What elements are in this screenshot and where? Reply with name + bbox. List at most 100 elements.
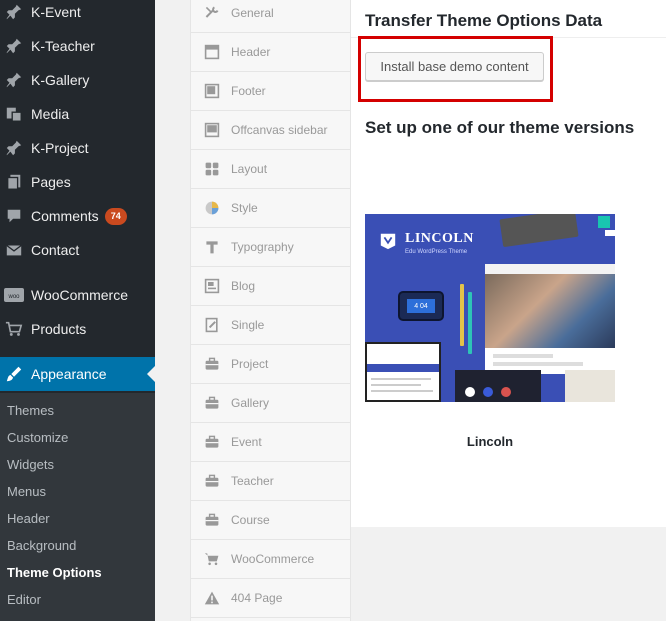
menu-item-k-teacher[interactable]: K-Teacher [0, 29, 155, 63]
menu-item-k-project[interactable]: K-Project [0, 131, 155, 165]
tab-404-page[interactable]: 404 Page [191, 579, 350, 618]
pin-icon [4, 2, 24, 22]
tab-typography[interactable]: Typography [191, 228, 350, 267]
tab-course[interactable]: Course [191, 501, 350, 540]
menu-item-woocommerce[interactable]: woo WooCommerce [0, 278, 155, 312]
tab-gallery[interactable]: Gallery [191, 384, 350, 423]
menu-item-comments[interactable]: Comments 74 [0, 199, 155, 233]
tab-general[interactable]: General [191, 0, 350, 33]
tab-style[interactable]: Style [191, 189, 350, 228]
menu-item-contact[interactable]: Contact [0, 233, 155, 267]
pin-icon [4, 36, 24, 56]
preview-decor [598, 216, 610, 228]
tab-project[interactable]: Project [191, 345, 350, 384]
preview-pencil [460, 284, 464, 346]
menu-item-appearance[interactable]: Appearance [0, 357, 155, 391]
menu-item-label: Products [31, 321, 87, 337]
menu-item-label: Contact [31, 242, 80, 258]
menu-item-pages[interactable]: Pages [0, 165, 155, 199]
tab-teacher[interactable]: Teacher [191, 462, 350, 501]
tab-label: Layout [231, 162, 268, 176]
cart-icon [203, 550, 221, 568]
tab-blog[interactable]: Blog [191, 267, 350, 306]
menu-item-products[interactable]: Products [0, 312, 155, 346]
svg-text:woo: woo [7, 294, 20, 300]
tab-label: Single [231, 318, 265, 332]
wrench-icon [203, 4, 221, 22]
woocommerce-icon: woo [4, 285, 24, 305]
transfer-section-title: Transfer Theme Options Data [365, 11, 603, 30]
tab-offcanvas-sidebar[interactable]: Offcanvas sidebar [191, 111, 350, 150]
theme-preview-image[interactable]: LINCOLN Edu WordPress Theme 4 04 [365, 214, 615, 402]
tab-event[interactable]: Event [191, 423, 350, 462]
tab-label: Event [231, 435, 262, 449]
submenu-item-editor[interactable]: Editor [7, 592, 41, 607]
menu-item-label: K-Gallery [31, 72, 90, 88]
submenu-item-widgets[interactable]: Widgets [7, 457, 54, 472]
menu-item-label: Media [31, 106, 70, 122]
tab-label: Offcanvas sidebar [231, 123, 328, 137]
theme-options-panel: Transfer Theme Options Data Install base… [351, 0, 666, 527]
tab-layout[interactable]: Layout [191, 150, 350, 189]
tab-single[interactable]: Single [191, 306, 350, 345]
preview-brand: LINCOLN [405, 231, 474, 246]
menu-item-label: WooCommerce [31, 287, 128, 303]
preview-tablet-line [371, 378, 431, 380]
preview-site-header [485, 264, 615, 274]
submenu-item-theme-options[interactable]: Theme Options [7, 565, 102, 580]
menu-item-label: Appearance [31, 366, 107, 382]
tab-label: Footer [231, 84, 266, 98]
text-icon [203, 238, 221, 256]
cart-icon [4, 319, 24, 339]
tab-label: WooCommerce [231, 552, 315, 566]
tab-woocommerce[interactable]: WooCommerce [191, 540, 350, 579]
briefcase-icon [203, 511, 221, 529]
comments-icon [4, 206, 24, 226]
briefcase-icon [203, 433, 221, 451]
briefcase-icon [203, 394, 221, 412]
preview-dot [501, 387, 511, 397]
brush-icon [4, 364, 24, 384]
preview-phone-text: 4 04 [407, 299, 435, 313]
preview-dot [483, 387, 493, 397]
submenu-item-menus[interactable]: Menus [7, 484, 46, 499]
preview-site-hero [485, 274, 615, 348]
submenu-item-themes[interactable]: Themes [7, 403, 54, 418]
submenu-item-header[interactable]: Header [7, 511, 50, 526]
pages-icon [4, 172, 24, 192]
preview-dot [465, 387, 475, 397]
install-demo-content-button[interactable]: Install base demo content [365, 52, 544, 81]
menu-item-media[interactable]: Media [0, 97, 155, 131]
theme-options-tabs: General Header Footer Offcanvas sidebar … [190, 0, 351, 621]
menu-item-label: K-Teacher [31, 38, 95, 54]
tab-label: 404 Page [231, 591, 283, 605]
submenu-item-background[interactable]: Background [7, 538, 76, 553]
grid-icon [203, 160, 221, 178]
tab-label: Style [231, 201, 258, 215]
preview-decor [605, 230, 615, 236]
tab-label: Blog [231, 279, 256, 293]
theme-versions-title: Set up one of our theme versions [365, 118, 635, 137]
pin-icon [4, 138, 24, 158]
tab-header[interactable]: Header [191, 33, 350, 72]
tab-footer[interactable]: Footer [191, 72, 350, 111]
menu-item-k-gallery[interactable]: K-Gallery [0, 63, 155, 97]
theme-name-label[interactable]: Lincoln [365, 434, 615, 449]
menu-item-k-event[interactable]: K-Event [0, 0, 155, 29]
comments-count-badge: 74 [104, 207, 127, 225]
menu-item-label: K-Project [31, 140, 89, 156]
preview-tablet-line [371, 384, 421, 386]
menu-item-label: Pages [31, 174, 71, 190]
preview-phone: 4 04 [398, 291, 444, 321]
palette-icon [203, 199, 221, 217]
preview-tablet-bar [367, 364, 439, 372]
warning-icon [203, 589, 221, 607]
appearance-submenu: Themes Customize Widgets Menus Header Ba… [0, 393, 155, 621]
tab-label: Teacher [231, 474, 274, 488]
submenu-item-customize[interactable]: Customize [7, 430, 68, 445]
menu-item-label: K-Event [31, 4, 81, 20]
preview-pencil [468, 292, 472, 354]
preview-site-row [493, 362, 583, 366]
sidebar-layout-icon [203, 121, 221, 139]
tab-label: Course [231, 513, 270, 527]
